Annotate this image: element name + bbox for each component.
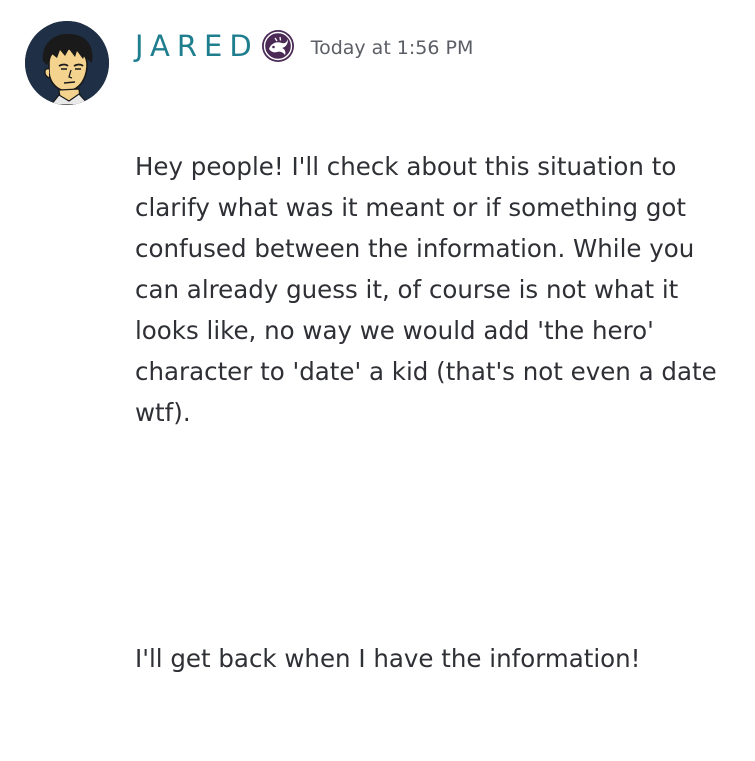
role-badge-icon[interactable] bbox=[261, 29, 295, 63]
chat-message: JARED Today at 1:56 PM Hey people! I'll … bbox=[0, 0, 755, 673]
username[interactable]: JARED bbox=[135, 29, 259, 63]
message-content: Hey people! I'll check about this situat… bbox=[135, 64, 735, 761]
message-timestamp[interactable]: Today at 1:56 PM bbox=[311, 37, 474, 59]
message-paragraph: I'll get back when I have the informatio… bbox=[135, 644, 641, 673]
message-header: JARED Today at 1:56 PM bbox=[135, 24, 473, 68]
avatar-drawing-icon bbox=[25, 21, 109, 105]
user-avatar[interactable] bbox=[25, 21, 109, 105]
message-paragraph: Hey people! I'll check about this situat… bbox=[135, 152, 725, 427]
